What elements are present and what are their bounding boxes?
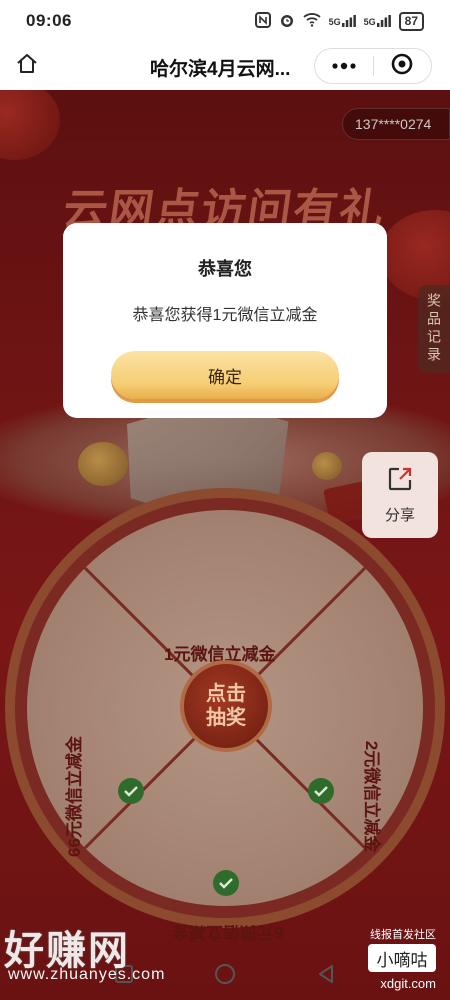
signal-icon: 5G <box>329 15 356 27</box>
watermark-tagline: 线报首发社区 <box>370 929 436 941</box>
status-icons: 5G 5G 87 <box>254 11 424 31</box>
more-icon <box>331 57 357 75</box>
lantern-decoration <box>0 90 60 160</box>
nav-bar: 哈尔滨4月云网... <box>0 42 450 90</box>
wechat-icon <box>213 870 239 896</box>
dialog-message: 恭喜您获得1元微信立减金 <box>132 307 318 324</box>
watermark-brand-url: xdgit.com <box>380 976 436 991</box>
wechat-icon <box>308 778 334 804</box>
status-bar: 09:06 5G 5G 87 <box>0 0 450 42</box>
coin-decoration <box>312 452 342 480</box>
draw-button[interactable]: 点击 抽奖 <box>180 660 272 752</box>
coin-decoration <box>78 442 128 486</box>
target-icon <box>391 53 413 80</box>
back-icon[interactable] <box>315 963 337 990</box>
wechat-icon <box>118 778 144 804</box>
dialog-title: 恭喜您 <box>198 259 252 279</box>
miniprogram-capsule <box>314 48 432 84</box>
watermark-url: www.zhuanyes.com <box>8 966 166 983</box>
signal-label-1: 5G <box>328 17 341 27</box>
share-button[interactable]: 分享 <box>362 452 438 538</box>
draw-button-line2: 抽奖 <box>206 707 246 729</box>
status-time: 09:06 <box>26 11 72 30</box>
home-icon <box>15 52 39 81</box>
close-miniprogram-button[interactable] <box>374 49 432 83</box>
battery-indicator: 87 <box>398 11 424 31</box>
draw-button-line1: 点击 <box>206 683 246 705</box>
more-button[interactable] <box>315 49 373 83</box>
phone-number-badge: 137****0274 <box>342 108 450 140</box>
home-button[interactable] <box>0 42 54 90</box>
page-title: 哈尔滨4月云网... <box>150 59 291 80</box>
confirm-button[interactable]: 确定 <box>111 351 339 399</box>
signal-label-2: 5G <box>363 17 376 27</box>
prize-dialog: 恭喜您 恭喜您获得1元微信立减金 确定 <box>63 223 387 418</box>
alarm-icon <box>279 12 295 31</box>
share-icon <box>386 465 414 498</box>
wifi-icon <box>303 12 321 30</box>
prize-record-tab[interactable]: 奖品记录 <box>418 285 450 373</box>
home-nav-icon[interactable] <box>213 962 237 991</box>
prize-label-bottom: 6元微信立减金 <box>172 923 284 942</box>
signal-icon-2: 5G <box>364 15 391 27</box>
prize-label-left: 66元微信立减金 <box>64 736 84 857</box>
prize-label-right: 2元微信立减金 <box>362 740 382 853</box>
share-label: 分享 <box>384 507 415 524</box>
watermark-brand: 小嘀咕 <box>368 944 436 972</box>
nfc-icon <box>254 11 271 31</box>
